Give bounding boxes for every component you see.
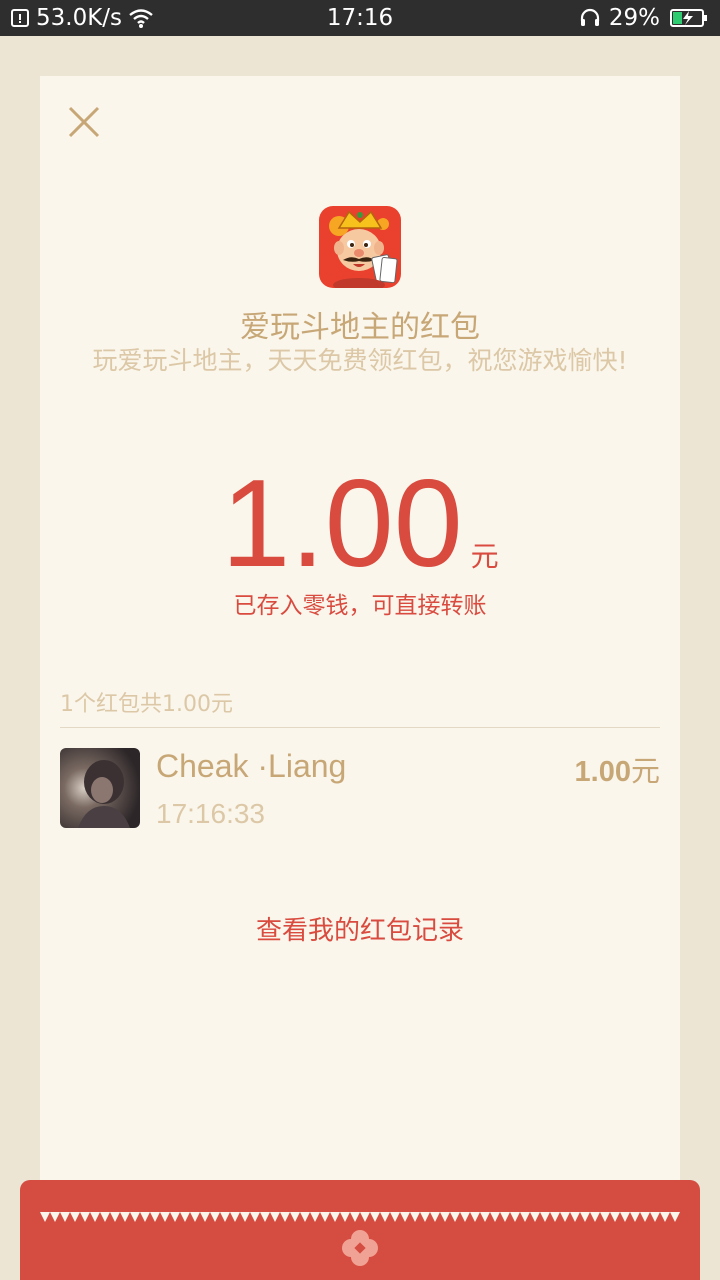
close-icon: [68, 106, 100, 138]
divider: [60, 727, 660, 728]
zigzag-edge: [40, 1212, 680, 1222]
sender-title: 爱玩斗地主的红包: [240, 310, 480, 345]
status-right: 29%: [579, 4, 708, 32]
received-amount: 1.00: [221, 455, 463, 593]
headset-icon: [580, 8, 599, 26]
claim-amount: 1.00元: [575, 748, 660, 790]
greeting-message: 玩爱玩斗地主，天天免费领红包，祝您游戏愉快!: [92, 346, 628, 375]
amount-unit: 元: [470, 540, 499, 573]
claim-time: 17:16:33: [156, 798, 265, 829]
red-envelope-detail-card: 爱玩斗地主的红包 玩爱玩斗地主，天天免费领红包，祝您游戏愉快! 1.00 元 已存…: [40, 76, 680, 1216]
status-bar: 53.0K/s 17:16 29%: [0, 0, 720, 36]
claim-amount-value: 1.00: [574, 756, 631, 788]
saved-to-wallet-note: 已存入零钱，可直接转账: [233, 593, 487, 619]
claim-amount-unit: 元: [630, 754, 660, 788]
view-my-red-envelope-records-link[interactable]: 查看我的红包记录: [40, 910, 680, 947]
amount-row: 1.00 元: [40, 462, 680, 586]
avatar[interactable]: [60, 748, 140, 828]
flower-logo-icon: [342, 1230, 378, 1266]
close-button[interactable]: [66, 104, 102, 140]
battery-percent: 29%: [608, 5, 660, 31]
envelope-summary: 1个红包共1.00元: [60, 692, 233, 717]
claimer-name: Cheak ·Liang: [156, 748, 347, 784]
doudizhu-app-icon: [319, 206, 401, 288]
claim-record-row[interactable]: Cheak ·Liang 17:16:33 1.00元: [60, 748, 660, 829]
battery-charging-icon: [670, 9, 707, 27]
